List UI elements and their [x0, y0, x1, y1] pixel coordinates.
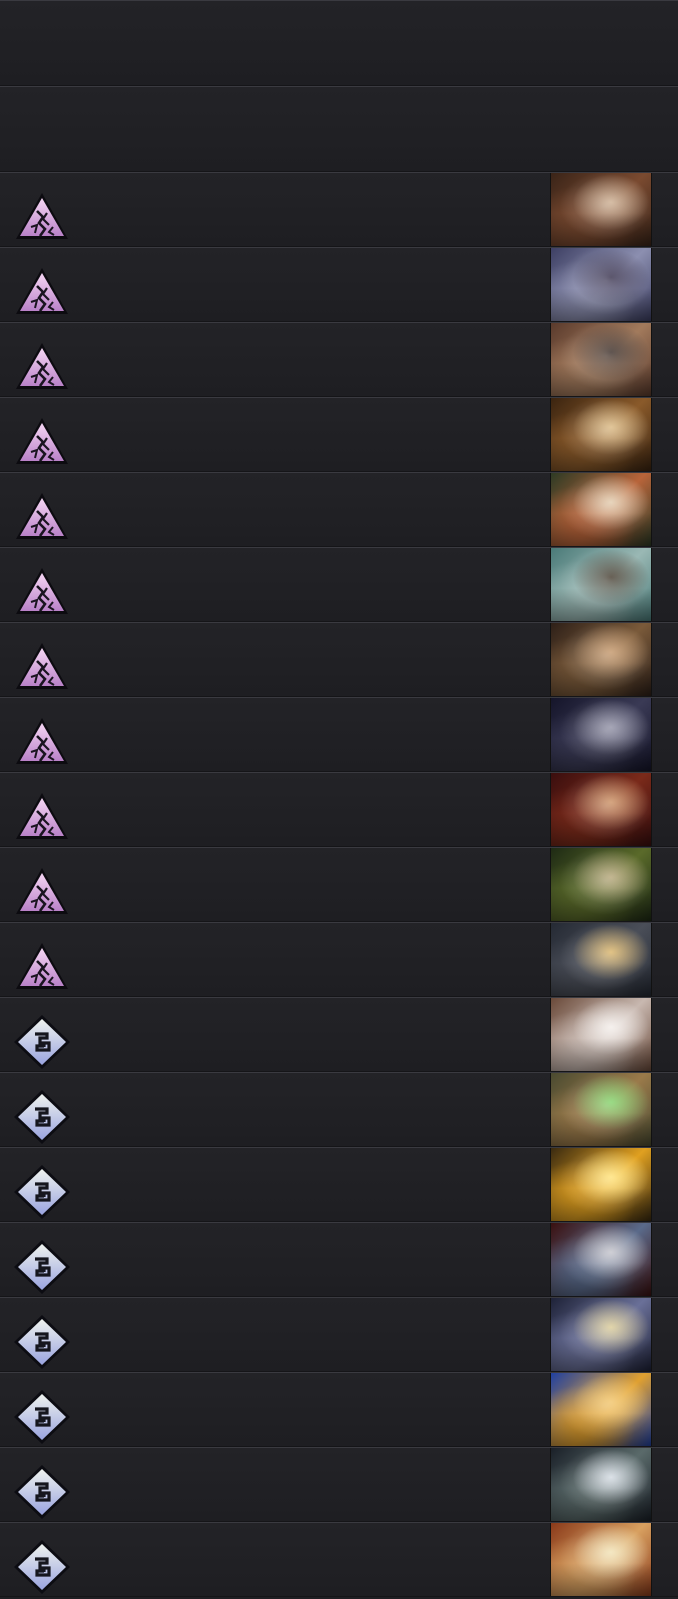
- card-row[interactable]: [0, 1372, 678, 1447]
- card-art-shading: [551, 1073, 651, 1146]
- card-art-thumbnail: [550, 173, 652, 246]
- card-row[interactable]: [0, 697, 678, 772]
- card-row[interactable]: [0, 547, 678, 622]
- card-list: [0, 0, 678, 1597]
- card-art-thumbnail: [550, 1298, 652, 1371]
- card-row[interactable]: [0, 397, 678, 472]
- card-art-shading: [551, 998, 651, 1071]
- diamond-faction-icon: [13, 1314, 71, 1370]
- card-art-thumbnail: [550, 1373, 652, 1446]
- card-row[interactable]: [0, 472, 678, 547]
- diamond-faction-icon: [13, 1464, 71, 1520]
- card-art-shading: [551, 1223, 651, 1296]
- card-art-shading: [551, 1373, 651, 1446]
- diamond-faction-icon: [13, 1089, 71, 1145]
- card-row[interactable]: [0, 1447, 678, 1522]
- diamond-faction-icon: [13, 1014, 71, 1070]
- card-art-shading: [551, 698, 651, 771]
- card-art-thumbnail: [550, 398, 652, 471]
- card-art-thumbnail: [550, 1448, 652, 1521]
- card-art-shading: [551, 398, 651, 471]
- card-art-shading: [551, 548, 651, 621]
- card-art-shading: [551, 1148, 651, 1221]
- pyramid-faction-icon: [13, 714, 71, 770]
- pyramid-faction-icon: [13, 414, 71, 470]
- card-art-thumbnail: [550, 1073, 652, 1146]
- card-art-shading: [551, 1523, 651, 1596]
- card-art-shading: [551, 173, 651, 246]
- pyramid-faction-icon: [13, 864, 71, 920]
- card-art-shading: [551, 473, 651, 546]
- card-art-thumbnail: [550, 998, 652, 1071]
- header-row: [0, 0, 678, 86]
- card-row[interactable]: [0, 322, 678, 397]
- card-art-shading: [551, 248, 651, 321]
- card-row[interactable]: [0, 172, 678, 247]
- card-art-thumbnail: [550, 698, 652, 771]
- diamond-faction-icon: [13, 1239, 71, 1295]
- card-row[interactable]: [0, 922, 678, 997]
- card-art-thumbnail: [550, 1223, 652, 1296]
- card-row[interactable]: [0, 1147, 678, 1222]
- diamond-faction-icon: [13, 1389, 71, 1445]
- pyramid-faction-icon: [13, 639, 71, 695]
- card-row[interactable]: [0, 622, 678, 697]
- card-art-thumbnail: [550, 923, 652, 996]
- card-art-shading: [551, 323, 651, 396]
- card-art-shading: [551, 923, 651, 996]
- card-row[interactable]: [0, 1222, 678, 1297]
- pyramid-faction-icon: [13, 339, 71, 395]
- pyramid-faction-icon: [13, 264, 71, 320]
- card-row[interactable]: [0, 847, 678, 922]
- header-row: [0, 86, 678, 172]
- pyramid-faction-icon: [13, 789, 71, 845]
- card-art-shading: [551, 848, 651, 921]
- card-art-thumbnail: [550, 1523, 652, 1596]
- card-art-thumbnail: [550, 848, 652, 921]
- card-art-thumbnail: [550, 773, 652, 846]
- card-art-shading: [551, 623, 651, 696]
- card-art-shading: [551, 1298, 651, 1371]
- pyramid-faction-icon: [13, 489, 71, 545]
- card-art-shading: [551, 1448, 651, 1521]
- card-art-thumbnail: [550, 548, 652, 621]
- card-row[interactable]: [0, 1072, 678, 1147]
- card-row[interactable]: [0, 772, 678, 847]
- card-row[interactable]: [0, 997, 678, 1072]
- pyramid-faction-icon: [13, 189, 71, 245]
- card-row[interactable]: [0, 247, 678, 322]
- card-row[interactable]: [0, 1297, 678, 1372]
- pyramid-faction-icon: [13, 564, 71, 620]
- card-art-thumbnail: [550, 473, 652, 546]
- card-art-shading: [551, 773, 651, 846]
- card-art-thumbnail: [550, 323, 652, 396]
- card-art-thumbnail: [550, 1148, 652, 1221]
- card-row[interactable]: [0, 1522, 678, 1597]
- card-art-thumbnail: [550, 248, 652, 321]
- diamond-faction-icon: [13, 1164, 71, 1220]
- pyramid-faction-icon: [13, 939, 71, 995]
- card-art-thumbnail: [550, 623, 652, 696]
- diamond-faction-icon: [13, 1539, 71, 1595]
